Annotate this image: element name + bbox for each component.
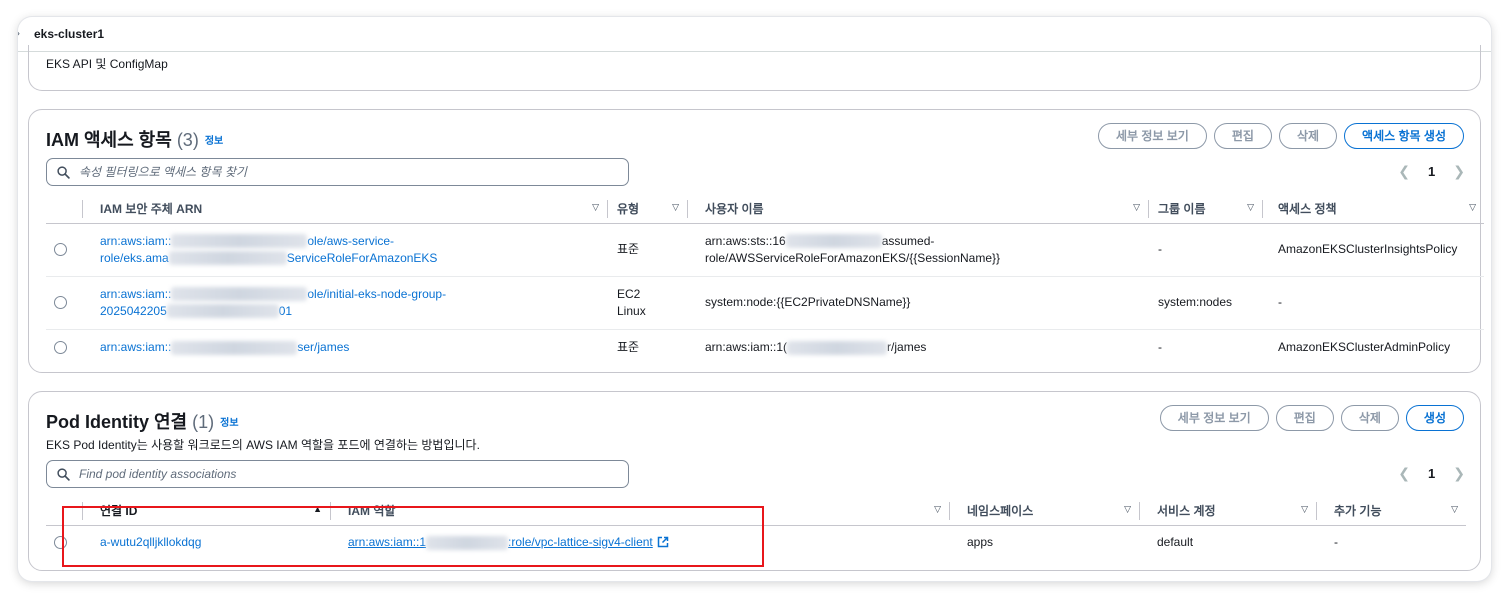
edit-button[interactable]: 편집	[1213, 123, 1272, 149]
sort-icon: ▽	[1247, 202, 1254, 212]
delete-button[interactable]: 삭제	[1278, 123, 1338, 149]
addon-cell: -	[1334, 534, 1338, 549]
sort-icon: ▽	[1133, 202, 1140, 212]
group-cell: -	[1158, 339, 1162, 354]
panel-description: EKS Pod Identity는 사용할 워크로드의 AWS IAM 역할을 …	[46, 438, 480, 452]
search-input[interactable]	[79, 465, 619, 483]
edit-button[interactable]: 편집	[1275, 405, 1334, 431]
principal-arn-link[interactable]: arn:aws:iam:: ole/initial-eks-node-group-…	[100, 287, 446, 319]
select-column	[46, 496, 82, 526]
console-window: › eks-cluster1 EKS API 및 ConfigMap IAM 액…	[18, 17, 1491, 581]
username-cell: arn:aws:iam::1(r/james	[705, 339, 927, 355]
table-header-row: 연결 ID ▲ IAM 역할 ▽ 네임스페이스 ▽ 서비스 계정 ▽ 추가 기능 ▽	[46, 496, 1466, 526]
username-cell: system:node:{{EC2PrivateDNSName}}	[687, 276, 1148, 330]
info-link[interactable]: 정보	[205, 136, 223, 147]
sort-icon: ▽	[934, 504, 941, 514]
column-header[interactable]: 연결 ID ▲	[82, 496, 330, 526]
current-page[interactable]: 1	[1428, 164, 1435, 179]
table-row[interactable]: a-wutu2qlljkllokdqg arn:aws:iam::1:role/…	[46, 525, 1466, 559]
row-radio[interactable]	[54, 536, 67, 550]
group-cell: system:nodes	[1148, 276, 1262, 330]
policy-cell: -	[1262, 276, 1484, 330]
row-radio[interactable]	[54, 341, 67, 355]
search-icon	[57, 468, 70, 481]
action-buttons: 세부 정보 보기 편집 삭제 생성	[1159, 405, 1464, 431]
principal-arn-link[interactable]: arn:aws:iam:: ser/james	[100, 340, 349, 355]
panel-title: Pod Identity 연결 (1) 정보	[46, 408, 239, 434]
column-header[interactable]: IAM 역할 ▽	[330, 496, 949, 526]
item-count: (3)	[176, 130, 199, 150]
table-row[interactable]: arn:aws:iam:: ser/james 표준 arn:aws:iam::1…	[46, 329, 1484, 365]
next-page-icon[interactable]: ❯	[1453, 465, 1465, 482]
service-account-cell: default	[1157, 534, 1194, 549]
principal-arn-link[interactable]: arn:aws:iam:: ole/aws-service-role/eks.am…	[100, 234, 437, 266]
auth-mode-section: EKS API 및 ConfigMap	[28, 45, 1481, 91]
column-header[interactable]: 추가 기능 ▽	[1316, 496, 1466, 526]
column-header[interactable]: 액세스 정책 ▽	[1262, 194, 1484, 224]
table-row[interactable]: arn:aws:iam:: ole/initial-eks-node-group-…	[46, 276, 1484, 330]
sort-icon: ▽	[672, 202, 679, 212]
create-button[interactable]: 생성	[1405, 405, 1464, 431]
panel-title-text: IAM 액세스 항목	[46, 130, 172, 150]
select-column	[46, 194, 82, 224]
column-header[interactable]: 네임스페이스 ▽	[949, 496, 1139, 526]
table-header-row: IAM 보안 주체 ARN ▽ 유형 ▽ 사용자 이름 ▽ 그룹 이름 ▽ 액세스 정책…	[46, 194, 1484, 224]
iam-access-entries-panel: IAM 액세스 항목 (3) 정보 세부 정보 보기 편집 삭제 액세스 항목 생…	[28, 109, 1484, 373]
delete-button[interactable]: 삭제	[1340, 405, 1399, 431]
next-page-icon[interactable]: ❯	[1453, 163, 1465, 180]
group-cell: -	[1148, 223, 1262, 277]
namespace-cell: apps	[967, 534, 994, 549]
type-cell: EC2 Linux	[607, 276, 687, 330]
column-header[interactable]: IAM 보안 주체 ARN ▽	[82, 194, 607, 224]
view-details-button[interactable]: 세부 정보 보기	[1097, 123, 1207, 149]
chevron-right-icon[interactable]: ›	[18, 26, 20, 40]
iam-access-table: IAM 보안 주체 ARN ▽ 유형 ▽ 사용자 이름 ▽ 그룹 이름 ▽ 액세스 정책…	[46, 194, 1484, 365]
row-radio[interactable]	[54, 243, 67, 257]
policy-cell: AmazonEKSClusterAdminPolicy	[1278, 339, 1451, 354]
type-cell: 표준	[617, 339, 640, 354]
cluster-name: eks-cluster1	[34, 27, 105, 41]
search-icon	[57, 166, 70, 179]
view-details-button[interactable]: 세부 정보 보기	[1159, 405, 1269, 431]
pod-identity-table: 연결 ID ▲ IAM 역할 ▽ 네임스페이스 ▽ 서비스 계정 ▽ 추가 기능 ▽ a-…	[46, 496, 1466, 559]
sort-icon: ▽	[592, 202, 599, 212]
column-header[interactable]: 유형 ▽	[607, 194, 687, 224]
pod-identity-panel: Pod Identity 연결 (1) 정보 EKS Pod Identity는 …	[28, 391, 1481, 571]
row-radio[interactable]	[54, 296, 67, 310]
policy-cell: AmazonEKSClusterInsightsPolicy	[1262, 223, 1484, 277]
sort-icon: ▽	[1469, 202, 1476, 212]
iam-role-link[interactable]: arn:aws:iam::1:role/vpc-lattice-sigv4-cl…	[348, 535, 669, 550]
column-header[interactable]: 그룹 이름 ▽	[1148, 194, 1262, 224]
panel-title: IAM 액세스 항목 (3) 정보	[46, 126, 223, 152]
item-count: (1)	[192, 412, 215, 432]
column-header[interactable]: 서비스 계정 ▽	[1139, 496, 1316, 526]
sort-ascending-icon: ▲	[313, 504, 322, 514]
action-buttons: 세부 정보 보기 편집 삭제 액세스 항목 생성	[1097, 123, 1464, 149]
search-box	[46, 460, 629, 488]
column-header[interactable]: 사용자 이름 ▽	[687, 194, 1148, 224]
external-link-icon	[657, 536, 668, 547]
table-row[interactable]: arn:aws:iam:: ole/aws-service-role/eks.am…	[46, 223, 1484, 277]
auth-mode-text: EKS API 및 ConfigMap	[46, 57, 168, 71]
pagination: ❮ 1 ❯	[1398, 465, 1465, 482]
pagination: ❮ 1 ❯	[1398, 163, 1465, 180]
prev-page-icon[interactable]: ❮	[1398, 163, 1410, 180]
association-id-link[interactable]: a-wutu2qlljkllokdqg	[100, 535, 201, 549]
username-cell: arn:aws:sts::16 assumed-role/AWSServiceRo…	[687, 223, 1148, 277]
create-access-entry-button[interactable]: 액세스 항목 생성	[1344, 123, 1464, 149]
prev-page-icon[interactable]: ❮	[1398, 465, 1410, 482]
sort-icon: ▽	[1451, 504, 1458, 514]
search-box	[46, 158, 629, 186]
info-link[interactable]: 정보	[220, 418, 238, 429]
panel-title-text: Pod Identity 연결	[46, 412, 188, 432]
sort-icon: ▽	[1124, 504, 1131, 514]
search-input[interactable]	[79, 163, 619, 181]
current-page[interactable]: 1	[1428, 466, 1435, 481]
type-cell: 표준	[607, 223, 687, 277]
sort-icon: ▽	[1301, 504, 1308, 514]
